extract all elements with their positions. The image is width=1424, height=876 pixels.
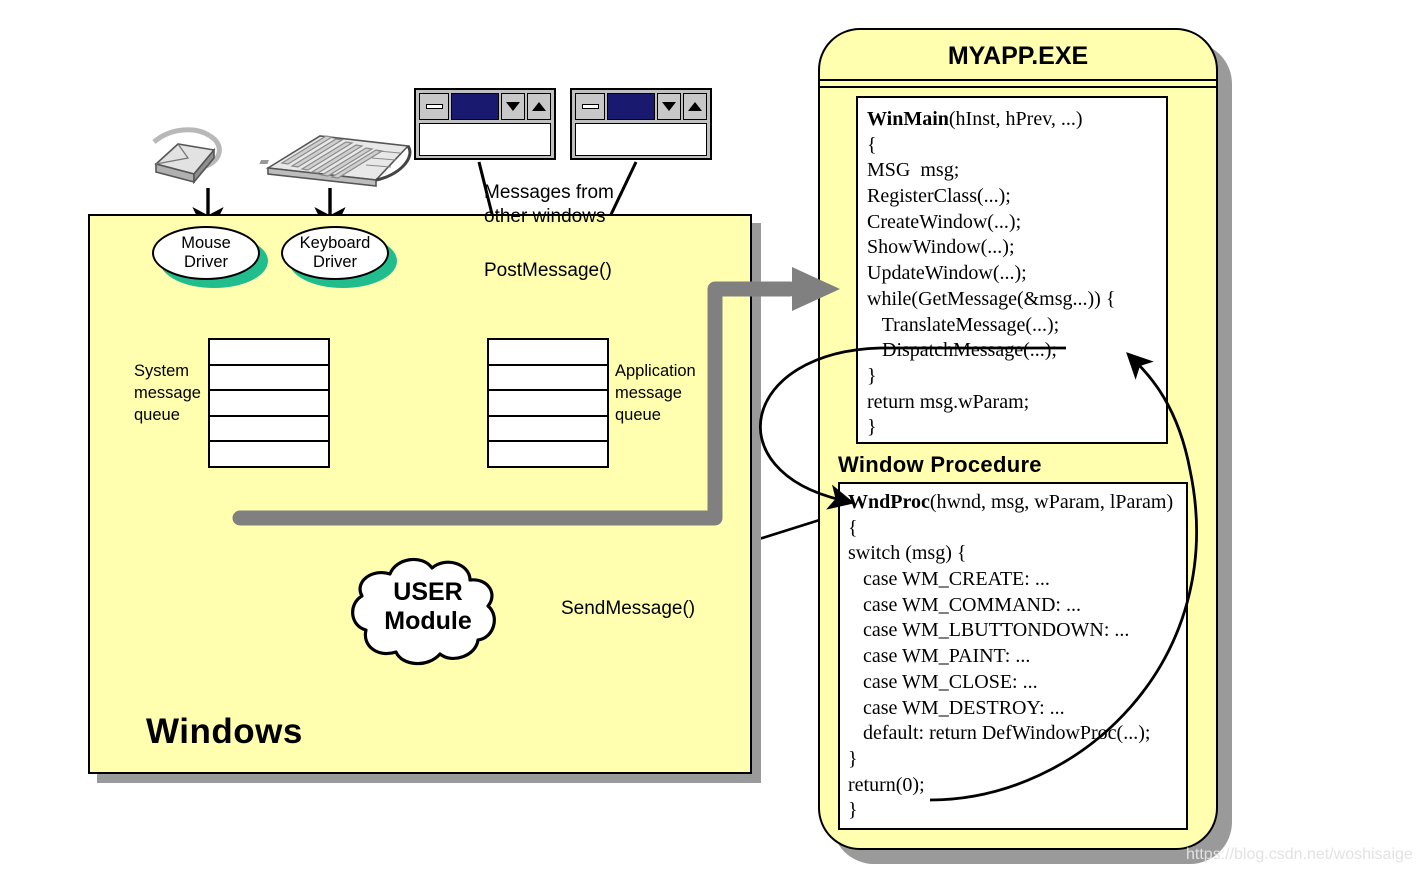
code-fn-name: WndProc xyxy=(848,491,930,513)
application-message-queue xyxy=(487,338,609,468)
label-line: queue xyxy=(615,405,661,424)
queue-slot xyxy=(210,391,328,417)
queue-slot xyxy=(210,417,328,443)
queue-slot xyxy=(210,442,328,466)
system-message-queue-label: System message queue xyxy=(134,361,224,426)
mini-window-titlebar xyxy=(419,93,551,120)
code-line: case WM_CREATE: ... xyxy=(848,568,1050,591)
mini-window-1 xyxy=(414,88,556,160)
user-module-label: USER Module xyxy=(338,578,518,636)
driver-label-line: Driver xyxy=(184,253,228,271)
label-line: Module xyxy=(384,607,472,635)
mini-window-titlebar xyxy=(575,93,707,120)
driver-label-line: Mouse xyxy=(181,233,231,252)
label-line: Application xyxy=(615,362,696,380)
windows-panel-label: Windows xyxy=(146,712,303,751)
driver-label-line: Driver xyxy=(313,253,357,271)
wndproc-code-block: WndProc(hwnd, msg, wParam, lParam) { swi… xyxy=(838,482,1188,830)
keyboard-driver-node: Keyboard Driver xyxy=(281,226,389,280)
label-line: other windows xyxy=(484,206,606,228)
code-line: case WM_LBUTTONDOWN: ... xyxy=(848,619,1130,642)
code-line: case WM_COMMAND: ... xyxy=(848,593,1081,616)
queue-slot xyxy=(210,366,328,392)
titlebar-caption xyxy=(451,93,499,120)
code-line: return(0); xyxy=(848,773,925,796)
system-message-queue xyxy=(208,338,330,468)
myapp-title: MYAPP.EXE xyxy=(947,42,1089,70)
code-line: UpdateWindow(...); xyxy=(867,262,1027,285)
code-line: case WM_DESTROY: ... xyxy=(848,696,1065,719)
chevron-up-icon xyxy=(683,93,707,120)
code-line: while(GetMessage(&msg...)) { xyxy=(867,287,1116,310)
myapp-divider-bottom xyxy=(820,86,1216,89)
label-line: message xyxy=(615,383,682,402)
label-line: message xyxy=(134,383,201,402)
code-fn-name: WinMain xyxy=(867,108,949,130)
keyboard-icon xyxy=(259,135,412,187)
code-line: WinMain(hInst, hPrev, ...) xyxy=(867,107,1166,133)
chevron-up-icon xyxy=(527,93,551,120)
window-procedure-title: Window Procedure xyxy=(838,452,1042,477)
post-message-label: PostMessage() xyxy=(484,260,612,281)
code-text: (hInst, hPrev, ...) xyxy=(948,108,1083,130)
queue-slot xyxy=(489,417,607,443)
application-message-queue-label: Application message queue xyxy=(615,361,715,426)
code-line: switch (msg) { xyxy=(848,542,967,565)
winmain-code-block: WinMain(hInst, hPrev, ...) { MSG msg; Re… xyxy=(856,96,1168,444)
code-line: WndProc(hwnd, msg, wParam, lParam) xyxy=(848,490,1186,516)
code-line: ShowWindow(...); xyxy=(867,236,1015,259)
code-line: TranslateMessage(...); xyxy=(867,313,1060,336)
code-line: RegisterClass(...); xyxy=(867,185,1011,208)
code-line: return msg.wParam; xyxy=(867,390,1030,413)
queue-slot xyxy=(489,391,607,417)
code-line: } xyxy=(867,416,877,439)
driver-label-line: Keyboard xyxy=(299,233,371,252)
mini-window-body xyxy=(419,123,551,156)
code-line: default: return DefWindowProc(...); xyxy=(848,722,1151,745)
minimize-box-icon xyxy=(575,93,605,120)
label-line: queue xyxy=(134,405,180,424)
code-line: DispatchMessage(...); xyxy=(867,339,1057,362)
label-line: Messages from xyxy=(484,182,614,203)
code-line: case WM_PAINT: ... xyxy=(848,645,1031,668)
queue-slot xyxy=(210,340,328,366)
label-line: USER xyxy=(393,578,463,606)
code-line: CreateWindow(...); xyxy=(867,210,1022,233)
watermark: https://blog.csdn.net/woshisaige xyxy=(1186,846,1413,863)
chevron-down-icon xyxy=(501,93,525,120)
code-line: { xyxy=(848,516,858,539)
code-line: MSG msg; xyxy=(867,159,960,182)
minimize-box-icon xyxy=(419,93,449,120)
send-message-label: SendMessage() xyxy=(561,598,696,619)
code-line: } xyxy=(867,364,877,387)
code-line: { xyxy=(867,133,877,156)
mini-window-body xyxy=(575,123,707,156)
myapp-divider-top xyxy=(820,79,1216,82)
mini-window-2 xyxy=(570,88,712,160)
label-line: System xyxy=(134,362,190,380)
diagram-canvas: Windows Messages from other windows Post… xyxy=(0,0,1424,876)
code-line: } xyxy=(848,747,858,770)
queue-slot xyxy=(489,366,607,392)
chevron-down-icon xyxy=(657,93,681,120)
queue-slot xyxy=(489,442,607,466)
code-line: case WM_CLOSE: ... xyxy=(848,670,1038,693)
code-line: } xyxy=(848,799,858,822)
mouse-driver-node: Mouse Driver xyxy=(152,226,260,280)
code-text: (hwnd, msg, wParam, lParam) xyxy=(929,491,1174,513)
queue-slot xyxy=(489,340,607,366)
messages-from-other-windows-label: Messages from other windows xyxy=(484,181,654,230)
titlebar-caption xyxy=(607,93,655,120)
